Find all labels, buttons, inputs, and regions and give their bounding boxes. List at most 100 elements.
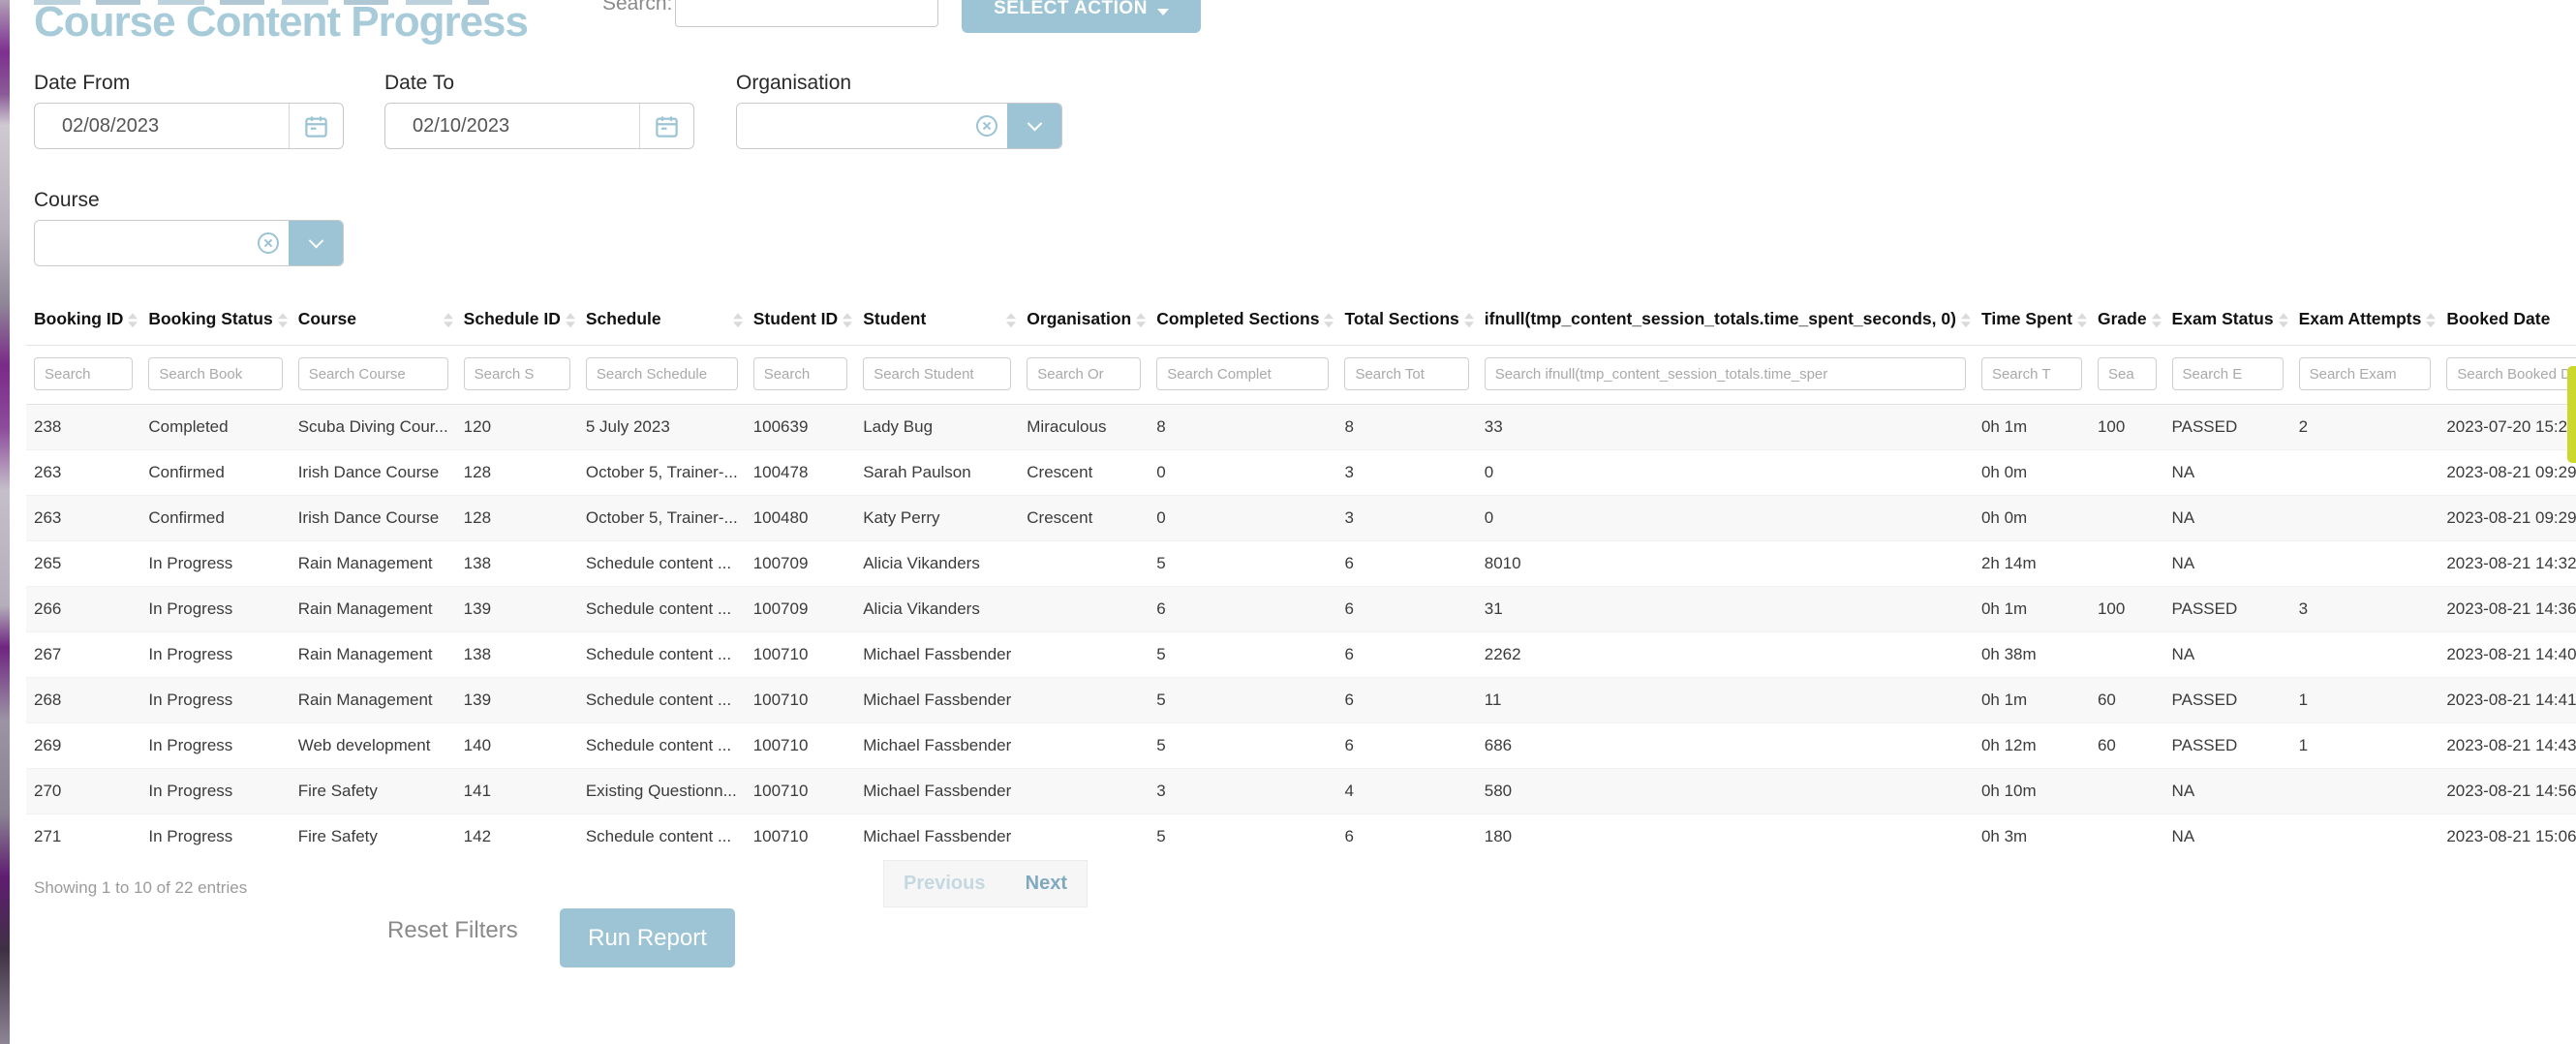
global-search-label: Search: <box>602 0 672 15</box>
global-search-input[interactable] <box>675 0 938 27</box>
column-header-label: Exam Status <box>2172 309 2274 328</box>
column-header[interactable]: Booking Status <box>140 295 290 346</box>
table-row[interactable]: 263ConfirmedIrish Dance Course128October… <box>26 496 2576 541</box>
table-row[interactable]: 266In ProgressRain Management139Schedule… <box>26 587 2576 632</box>
table-cell: 100710 <box>746 814 856 858</box>
column-header[interactable]: Total Sections <box>1336 295 1476 346</box>
column-search-input[interactable] <box>464 357 570 390</box>
table-cell: 6 <box>1149 587 1336 632</box>
column-header[interactable]: Grade <box>2090 295 2164 346</box>
organisation-label: Organisation <box>736 72 1062 95</box>
table-cell: 2h 14m <box>1974 541 2090 587</box>
column-header[interactable]: Booked Date <box>2438 295 2576 346</box>
column-header[interactable]: Schedule ID <box>456 295 578 346</box>
column-header[interactable]: Student ID <box>746 295 856 346</box>
column-search-input[interactable] <box>1981 357 2082 390</box>
table-row[interactable]: 267In ProgressRain Management138Schedule… <box>26 632 2576 678</box>
scroll-indicator-strip[interactable] <box>2567 366 2576 463</box>
table-row[interactable]: 270In ProgressFire Safety141Existing Que… <box>26 769 2576 814</box>
course-select[interactable] <box>34 220 344 266</box>
column-header[interactable]: Time Spent <box>1974 295 2090 346</box>
table-row[interactable]: 271In ProgressFire Safety142Schedule con… <box>26 814 2576 858</box>
table-cell: 270 <box>26 769 140 814</box>
column-header[interactable]: Exam Attempts <box>2291 295 2439 346</box>
organisation-dropdown-button[interactable] <box>1007 104 1061 148</box>
table-cell: Michael Fassbender <box>855 723 1019 769</box>
filter-date-to: Date To 02/10/2023 <box>384 72 694 149</box>
course-dropdown-button[interactable] <box>289 221 343 265</box>
column-search-input[interactable] <box>1156 357 1329 390</box>
column-search-input[interactable] <box>586 357 738 390</box>
caret-down-icon <box>1157 9 1169 15</box>
table-cell: 100639 <box>746 405 856 450</box>
column-search-input[interactable] <box>1485 357 1966 390</box>
column-search-cell <box>578 346 746 405</box>
run-report-button[interactable]: Run Report <box>560 908 735 967</box>
table-cell: 1 <box>2291 723 2439 769</box>
column-search-cell <box>26 346 140 405</box>
table-cell: 100709 <box>746 541 856 587</box>
column-search-cell <box>1019 346 1149 405</box>
column-search-input[interactable] <box>148 357 282 390</box>
table-cell: 0h 3m <box>1974 814 2090 858</box>
column-header-label: Schedule <box>586 309 661 328</box>
column-header[interactable]: Organisation <box>1019 295 1149 346</box>
table-cell <box>2090 769 2164 814</box>
table-row[interactable]: 265In ProgressRain Management138Schedule… <box>26 541 2576 587</box>
column-search-input[interactable] <box>753 357 848 390</box>
column-header[interactable]: Course <box>291 295 456 346</box>
column-header[interactable]: Schedule <box>578 295 746 346</box>
reset-filters-button[interactable]: Reset Filters <box>387 917 518 944</box>
table-cell <box>2291 450 2439 496</box>
date-from-calendar-button[interactable] <box>289 104 343 148</box>
column-header-label: Completed Sections <box>1156 309 1319 328</box>
date-to-calendar-button[interactable] <box>639 104 693 148</box>
left-background-strip <box>0 0 10 1044</box>
table-cell: 128 <box>456 496 578 541</box>
column-search-input[interactable] <box>2446 357 2576 390</box>
column-header[interactable]: ifnull(tmp_content_session_totals.time_s… <box>1477 295 1974 346</box>
date-to-label: Date To <box>384 72 694 95</box>
column-search-input[interactable] <box>863 357 1011 390</box>
column-search-input[interactable] <box>1027 357 1141 390</box>
table-cell: 4 <box>1336 769 1476 814</box>
column-search-input[interactable] <box>34 357 133 390</box>
table-row[interactable]: 269In ProgressWeb development140Schedule… <box>26 723 2576 769</box>
column-header[interactable]: Booking ID <box>26 295 140 346</box>
column-search-input[interactable] <box>1344 357 1468 390</box>
table-row[interactable]: 263ConfirmedIrish Dance Course128October… <box>26 450 2576 496</box>
clear-icon[interactable] <box>258 232 279 254</box>
column-search-row <box>26 346 2576 405</box>
table-cell: Rain Management <box>291 632 456 678</box>
table-cell: 100710 <box>746 769 856 814</box>
table-cell: 2023-07-20 15:22:... <box>2438 405 2576 450</box>
table-cell: Irish Dance Course <box>291 450 456 496</box>
table-row[interactable]: 268In ProgressRain Management139Schedule… <box>26 678 2576 723</box>
date-to-field[interactable]: 02/10/2023 <box>384 103 694 149</box>
previous-page-button[interactable]: Previous <box>904 873 985 895</box>
column-search-input[interactable] <box>2098 357 2157 390</box>
table-cell: 5 <box>1149 632 1336 678</box>
clear-icon[interactable] <box>976 115 997 137</box>
table-cell: 100 <box>2090 587 2164 632</box>
column-search-input[interactable] <box>298 357 448 390</box>
column-header[interactable]: Student <box>855 295 1019 346</box>
table-cell: 60 <box>2090 723 2164 769</box>
table-row[interactable]: 238CompletedScuba Diving Cour...1205 Jul… <box>26 405 2576 450</box>
table-cell: 139 <box>456 587 578 632</box>
next-page-button[interactable]: Next <box>1026 873 1067 895</box>
select-action-button[interactable]: SELECT ACTION <box>962 0 1201 33</box>
table-cell: 6 <box>1336 632 1476 678</box>
chevron-down-icon <box>1027 115 1042 131</box>
table-cell: 139 <box>456 678 578 723</box>
course-input[interactable] <box>35 221 258 265</box>
column-search-input[interactable] <box>2299 357 2432 390</box>
sort-icon <box>278 313 288 327</box>
column-search-input[interactable] <box>2172 357 2284 390</box>
column-header[interactable]: Completed Sections <box>1149 295 1336 346</box>
organisation-input[interactable] <box>737 104 976 148</box>
organisation-select[interactable] <box>736 103 1062 149</box>
table-cell: 2 <box>2291 405 2439 450</box>
column-header[interactable]: Exam Status <box>2164 295 2291 346</box>
date-from-field[interactable]: 02/08/2023 <box>34 103 344 149</box>
